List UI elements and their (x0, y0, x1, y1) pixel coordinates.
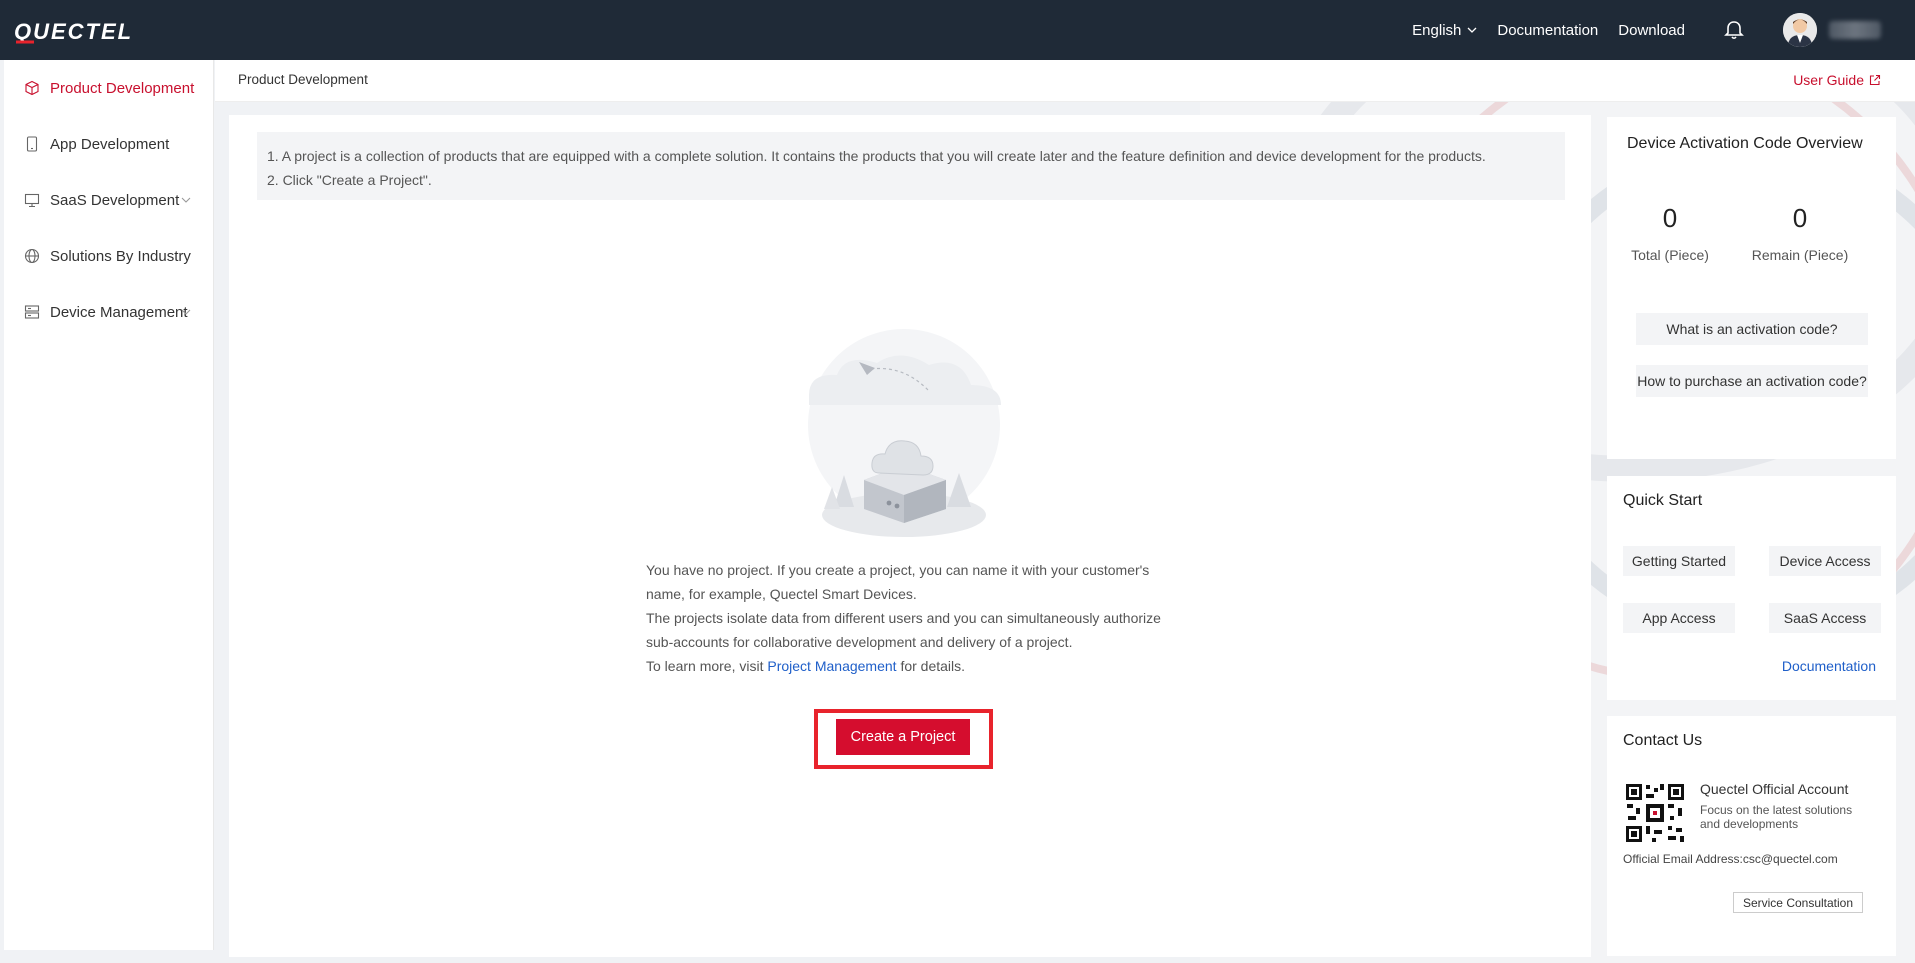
chevron-down-icon (181, 197, 191, 203)
top-navigation-bar: QUECTEL English Documentation Download (0, 0, 1915, 60)
sidebar-item-device-management[interactable]: Device Management (4, 284, 213, 340)
server-icon (24, 305, 40, 319)
sidebar-item-label: Product Development (50, 79, 195, 97)
sidebar-item-label: Device Management (50, 303, 188, 321)
device-access-button[interactable]: Device Access (1769, 546, 1881, 576)
quick-start-documentation-link[interactable]: Documentation (1782, 658, 1876, 674)
total-count: 0 (1662, 203, 1678, 233)
sidebar: Product Development App Development SaaS… (4, 60, 214, 950)
sidebar-item-label: Solutions By Industry (50, 247, 191, 265)
empty-state-description: You have no project. If you create a pro… (646, 558, 1186, 678)
language-label: English (1412, 21, 1462, 39)
empty-text-line: You have no project. If you create a pro… (646, 562, 1150, 578)
sidebar-item-label: SaaS Development (50, 191, 180, 209)
svg-text:QUECTEL: QUECTEL (14, 19, 133, 44)
sidebar-item-solutions-by-industry[interactable]: Solutions By Industry (4, 228, 213, 284)
sidebar-item-label: App Development (50, 135, 170, 153)
empty-text-line: sub-accounts for collaborative developme… (646, 634, 1073, 650)
official-email: Official Email Address:csc@quectel.com (1623, 852, 1838, 866)
project-management-link[interactable]: Project Management (767, 658, 896, 674)
cube-icon (25, 80, 39, 96)
username-redacted[interactable] (1829, 21, 1881, 39)
official-account-description: Focus on the latest solutions and develo… (1700, 803, 1853, 831)
how-to-purchase-activation-code-button[interactable]: How to purchase an activation code? (1636, 365, 1868, 397)
notice-line-2: 2. Click "Create a Project". (267, 172, 432, 188)
remain-count: 0 (1792, 203, 1808, 233)
activation-card-title: Device Activation Code Overview (1627, 135, 1863, 152)
quectel-logo[interactable]: QUECTEL (14, 18, 184, 44)
contact-us-title: Contact Us (1623, 732, 1703, 749)
sidebar-item-saas-development[interactable]: SaaS Development (4, 172, 213, 228)
sidebar-item-app-development[interactable]: App Development (4, 116, 213, 172)
contact-us-card: Contact Us Quectel Official Account Focu… (1607, 716, 1896, 956)
quick-start-card: Quick Start Getting Started Device Acces… (1607, 476, 1896, 700)
create-project-button[interactable]: Create a Project (836, 719, 970, 755)
qr-code-icon (1624, 782, 1686, 844)
chevron-down-icon (181, 309, 191, 315)
documentation-link[interactable]: Documentation (1497, 22, 1598, 39)
sidebar-item-product-development[interactable]: Product Development (4, 60, 213, 116)
quick-start-title: Quick Start (1623, 492, 1703, 509)
avatar[interactable] (1783, 13, 1817, 47)
remain-label: Remain (Piece) (1751, 247, 1849, 263)
learn-more-suffix: for details. (896, 658, 966, 674)
saas-access-button[interactable]: SaaS Access (1769, 603, 1881, 633)
what-is-activation-code-button[interactable]: What is an activation code? (1636, 313, 1868, 345)
service-consultation-button[interactable]: Service Consultation (1733, 892, 1863, 913)
info-notice: 1. A project is a collection of products… (257, 132, 1565, 200)
total-label: Total (Piece) (1631, 247, 1709, 263)
activation-code-card: Device Activation Code Overview 0 Total … (1607, 117, 1896, 459)
download-link[interactable]: Download (1618, 22, 1685, 39)
getting-started-button[interactable]: Getting Started (1623, 546, 1735, 576)
user-avatar-icon (1783, 13, 1817, 47)
chevron-down-icon (1467, 27, 1477, 33)
user-guide-link[interactable]: User Guide (1793, 72, 1881, 88)
empty-project-illustration (808, 329, 1001, 537)
main-content-panel: 1. A project is a collection of products… (229, 115, 1591, 957)
breadcrumb: Product Development (238, 72, 368, 87)
empty-text-line: The projects isolate data from different… (646, 610, 1161, 626)
official-account-name: Quectel Official Account (1700, 781, 1849, 797)
empty-text-line: To learn more, visit Project Management … (646, 654, 1186, 678)
breadcrumb-bar: Product Development User Guide (215, 60, 1915, 102)
monitor-icon (24, 193, 40, 208)
language-selector[interactable]: English (1412, 22, 1477, 39)
top-nav-actions: English Documentation Download (1392, 0, 1915, 60)
empty-text-line: name, for example, Quectel Smart Devices… (646, 586, 917, 602)
app-access-button[interactable]: App Access (1623, 603, 1735, 633)
learn-more-prefix: To learn more, visit (646, 658, 768, 674)
globe-icon (24, 248, 40, 264)
bell-icon[interactable] (1723, 19, 1745, 41)
phone-icon (26, 136, 38, 152)
external-link-icon (1869, 74, 1881, 86)
notice-line-1: 1. A project is a collection of products… (267, 148, 1486, 164)
user-guide-label: User Guide (1793, 72, 1864, 88)
